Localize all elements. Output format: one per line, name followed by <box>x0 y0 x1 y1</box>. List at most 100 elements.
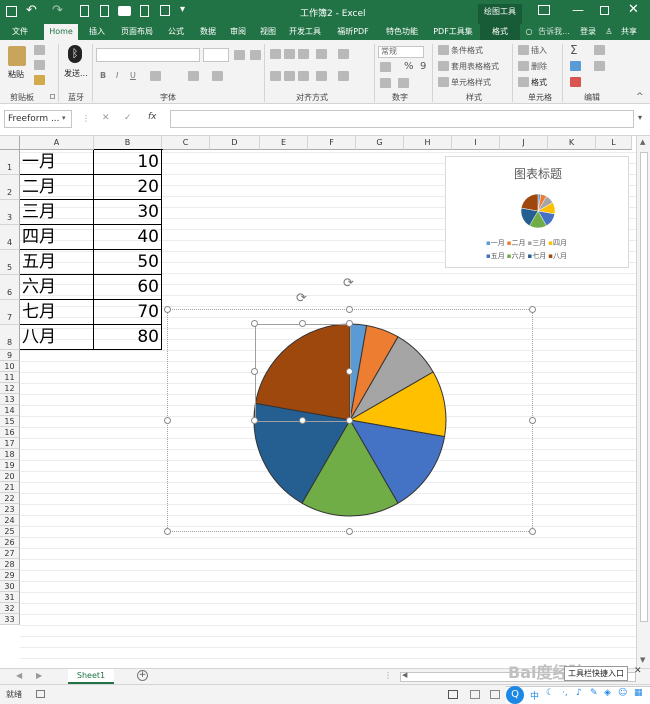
cell-styles-icon[interactable] <box>438 77 449 87</box>
share-button[interactable]: 共享 <box>616 24 642 40</box>
resize-handle[interactable] <box>164 417 171 424</box>
row-header[interactable]: 15 <box>0 416 20 427</box>
collapse-ribbon-icon[interactable]: ^ <box>636 92 644 102</box>
align-left-icon[interactable] <box>270 71 281 81</box>
row-header[interactable]: 1 <box>0 150 20 175</box>
shrink-font-icon[interactable] <box>250 50 261 60</box>
cut-icon[interactable] <box>34 45 45 55</box>
cell-month[interactable]: 六月 <box>20 275 94 300</box>
column-header[interactable]: C <box>162 136 210 150</box>
orientation-icon[interactable] <box>316 49 327 59</box>
shape-handle[interactable] <box>299 320 306 327</box>
redo-icon[interactable]: ↷ <box>52 3 63 18</box>
format-cells-icon[interactable] <box>518 77 529 87</box>
resize-handle[interactable] <box>164 306 171 313</box>
conditional-format-icon[interactable] <box>438 45 449 55</box>
save-icon[interactable] <box>6 6 17 17</box>
quick-access-icon[interactable] <box>160 5 170 16</box>
font-size-select[interactable] <box>203 48 229 62</box>
mini-pie-chart[interactable]: 图表标题 ▪一月 ▪二月 ▪三月 ▪四月 ▪五月 ▪六月 ▪七月 ▪八月 <box>445 156 629 268</box>
row-header[interactable]: 11 <box>0 372 20 383</box>
close-button[interactable]: ✕ <box>628 2 639 17</box>
percent-button[interactable]: % <box>404 61 414 72</box>
column-header[interactable]: H <box>404 136 452 150</box>
indent-icon[interactable] <box>316 71 327 81</box>
shape-handle[interactable] <box>346 368 353 375</box>
conditional-format-button[interactable]: 条件格式 <box>451 45 483 56</box>
resize-handle[interactable] <box>164 528 171 535</box>
autosum-icon[interactable]: Σ <box>570 43 578 57</box>
row-header[interactable]: 27 <box>0 548 20 559</box>
ime-emoji-icon[interactable]: ☺ <box>618 688 627 698</box>
copy-icon[interactable] <box>34 60 45 70</box>
insert-cells-button[interactable]: 插入 <box>531 45 547 56</box>
tab-features[interactable]: 特色功能 <box>380 24 424 40</box>
resize-handle[interactable] <box>529 417 536 424</box>
rotate-handle-icon[interactable]: ⟳ <box>296 291 307 306</box>
tell-me-search[interactable]: 告诉我... <box>536 24 572 40</box>
ime-grid-icon[interactable]: ▦ <box>634 688 643 698</box>
select-all-corner[interactable] <box>0 136 20 150</box>
column-header[interactable]: D <box>210 136 260 150</box>
cell-value[interactable]: 20 <box>94 175 162 200</box>
align-right-icon[interactable] <box>298 71 309 81</box>
row-header[interactable]: 6 <box>0 275 20 300</box>
find-select-icon[interactable] <box>594 61 605 71</box>
tab-page-layout[interactable]: 页面布局 <box>116 24 158 40</box>
row-header[interactable]: 2 <box>0 175 20 200</box>
customize-qat-icon[interactable]: ▾ <box>180 4 185 15</box>
formula-input[interactable] <box>170 110 634 128</box>
bluetooth-icon[interactable]: ᛒ <box>68 45 82 63</box>
row-header[interactable]: 31 <box>0 592 20 603</box>
ime-mic-icon[interactable]: ♪ <box>576 688 582 698</box>
insert-cells-icon[interactable] <box>518 45 529 55</box>
column-header[interactable]: F <box>308 136 356 150</box>
expand-formula-icon[interactable]: ▾ <box>638 113 642 122</box>
format-table-button[interactable]: 套用表格格式 <box>451 61 499 72</box>
rotate-handle-icon[interactable]: ⟳ <box>343 276 354 291</box>
row-header[interactable]: 10 <box>0 361 20 372</box>
align-center-icon[interactable] <box>284 71 295 81</box>
dialog-launcher-icon[interactable] <box>50 94 55 99</box>
new-file-icon[interactable] <box>80 5 89 17</box>
shape-selection-box[interactable] <box>255 324 351 422</box>
increase-decimal-icon[interactable] <box>380 78 391 88</box>
underline-button[interactable]: U <box>130 71 136 80</box>
row-header[interactable]: 30 <box>0 581 20 592</box>
add-sheet-button[interactable]: + <box>137 670 148 681</box>
format-painter-icon[interactable] <box>34 75 45 85</box>
row-header[interactable]: 13 <box>0 394 20 405</box>
shape-handle[interactable] <box>346 417 353 424</box>
row-header[interactable]: 17 <box>0 438 20 449</box>
grow-font-icon[interactable] <box>234 50 245 60</box>
sheet-options-icon[interactable]: ⋮ <box>384 671 392 680</box>
tab-file[interactable]: 文件 <box>4 24 36 40</box>
row-header[interactable]: 19 <box>0 460 20 471</box>
cell-value[interactable]: 10 <box>94 150 162 175</box>
tab-developer[interactable]: 开发工具 <box>284 24 326 40</box>
cell-value[interactable]: 80 <box>94 325 162 350</box>
insert-function-button[interactable]: fx <box>148 112 157 122</box>
column-header[interactable]: L <box>596 136 632 150</box>
confirm-formula-button[interactable]: ✓ <box>124 113 132 123</box>
row-header[interactable]: 33 <box>0 614 20 625</box>
resize-handle[interactable] <box>346 528 353 535</box>
macro-record-icon[interactable] <box>36 690 45 698</box>
clear-icon[interactable] <box>570 77 581 87</box>
row-header[interactable]: 5 <box>0 250 20 275</box>
row-header[interactable]: 8 <box>0 325 20 350</box>
row-header[interactable]: 21 <box>0 482 20 493</box>
mini-pie-slice[interactable] <box>520 193 539 212</box>
fill-icon[interactable] <box>570 61 581 71</box>
next-sheet-icon[interactable]: ▶ <box>36 671 42 680</box>
scroll-down-icon[interactable]: ▼ <box>640 656 645 664</box>
tab-formulas[interactable]: 公式 <box>162 24 190 40</box>
maximize-button[interactable] <box>600 6 609 15</box>
row-header[interactable]: 7 <box>0 300 20 325</box>
print-preview-icon[interactable] <box>140 5 149 17</box>
open-file-icon[interactable] <box>100 5 109 17</box>
column-header[interactable]: J <box>500 136 548 150</box>
cell-value[interactable]: 50 <box>94 250 162 275</box>
decrease-decimal-icon[interactable] <box>398 78 409 88</box>
format-table-icon[interactable] <box>438 61 449 71</box>
